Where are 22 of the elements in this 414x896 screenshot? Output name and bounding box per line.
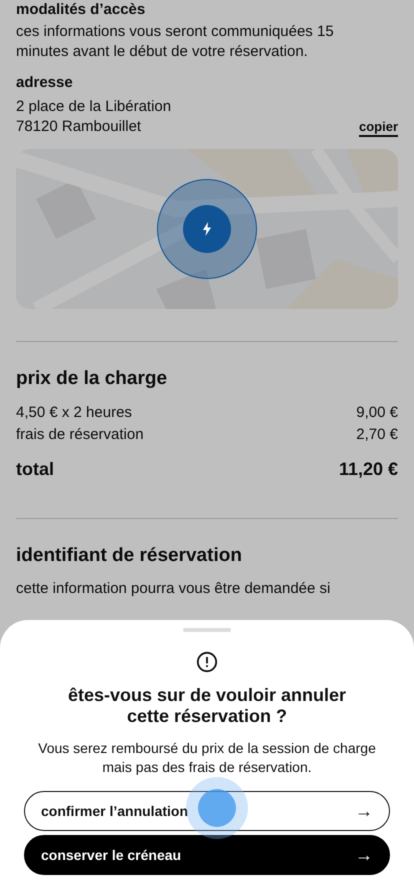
price-amount: 2,70 € [356,425,398,445]
price-amount: 9,00 € [356,403,398,423]
access-info-text: ces informations vous seront communiquées 15 minutes avant le début de votre réservation. [16,22,335,62]
section-title: modalités d’accès [16,0,146,18]
section-title: adresse [16,74,74,91]
booking-id-info-text: cette information pourra vous être demandée si [16,579,332,599]
price-label: frais de réservation [16,425,144,445]
action-button[interactable]: conserver le créneau → [24,835,390,875]
action-button[interactable]: confirmer l’annulation → [24,791,390,831]
dialog-message: Vous serez remboursé du prix de la session de charge mais pas des frais de réservation. [37,739,377,777]
section-title: prix de la charge [16,368,168,390]
drag-handle[interactable] [183,628,231,632]
section-title: identifiant de réservation [16,545,243,567]
lightning-icon [202,222,212,236]
address-line: 78120 Rambouillet [16,117,142,137]
warning-icon [196,651,218,673]
copy-link[interactable]: copier [358,119,398,137]
total-label: total [16,458,54,480]
dialog-title: êtes-vous sur de vouloir annuler cette réservation ? [66,685,348,727]
price-label: 4,50 € x 2 heures [16,403,132,423]
address-line: 2 place de la Libération [16,97,172,117]
total-amount: 11,20 € [338,458,398,480]
